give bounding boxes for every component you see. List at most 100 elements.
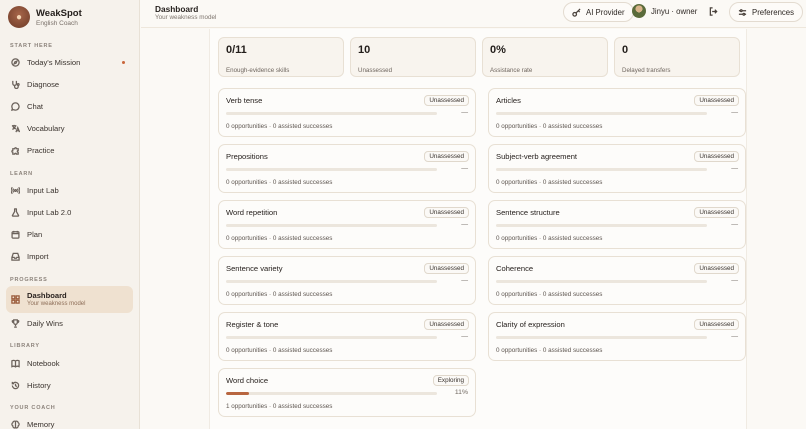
status-badge: Unassessed [694, 95, 739, 106]
skill-meta: 0 opportunities · 0 assisted successes [496, 179, 603, 186]
status-badge: Unassessed [694, 207, 739, 218]
sidebar-item-import[interactable]: Import [6, 247, 133, 265]
sidebar-item-label: Diagnose [27, 79, 60, 89]
skill-name: Clarity of expression [496, 320, 565, 329]
progress-percent: — [461, 221, 468, 228]
skill-name: Sentence variety [226, 264, 283, 273]
stat-label: Delayed transfers [622, 67, 671, 74]
skill-card[interactable]: Word repetition Unassessed — 0 opportunitie… [218, 200, 476, 249]
stethoscope-icon [12, 80, 20, 89]
translate-icon [11, 124, 20, 132]
sidebar-item-history[interactable]: History [6, 376, 133, 394]
sidebar-item-memory[interactable]: Memory [6, 415, 133, 429]
ai-provider-label: AI Provider [586, 7, 625, 17]
stat-value: 0 [622, 44, 629, 56]
section-library: LIBRARY [10, 343, 40, 349]
sidebar-item-label: Memory [27, 419, 55, 429]
stat-enough-evidence: 0/11 Enough-evidence skills [218, 37, 344, 77]
progress-percent: — [461, 165, 468, 172]
sidebar-item-input-lab[interactable]: Input Lab [6, 181, 133, 199]
skill-card[interactable]: Coherence Unassessed — 0 opportunities · 0 … [488, 256, 746, 305]
skill-name: Word repetition [226, 208, 278, 217]
progress-percent: — [461, 277, 468, 284]
brand[interactable]: ● WeakSpot English Coach [8, 6, 82, 28]
skill-name: Prepositions [226, 152, 268, 161]
progress-track [226, 112, 437, 115]
sidebar-item-label: Vocabulary [27, 123, 65, 133]
skill-card[interactable]: Sentence variety Unassessed — 0 opportuniti… [218, 256, 476, 305]
progress-percent: — [731, 109, 738, 116]
skill-meta: 0 opportunities · 0 assisted successes [226, 291, 333, 298]
sidebar-item-vocabulary[interactable]: Vocabulary [6, 119, 133, 137]
skill-meta: 0 opportunities · 0 assisted successes [226, 123, 333, 130]
progress-track [496, 168, 707, 171]
ai-provider-button[interactable]: AI Provider [563, 2, 634, 22]
sidebar-item-sublabel: Your weakness model [27, 301, 86, 307]
skill-card[interactable]: Verb tense Unassessed — 0 opportunities · 0… [218, 88, 476, 137]
stat-value: 0/11 [226, 44, 247, 56]
flask-icon [11, 207, 20, 217]
skill-card[interactable]: Articles Unassessed — 0 opportunities · 0 a… [488, 88, 746, 137]
skill-card[interactable]: Clarity of expression Unassessed — 0 opport… [488, 312, 746, 361]
sliders-icon [738, 8, 747, 16]
status-badge: Exploring [432, 375, 469, 386]
skill-name: Coherence [496, 264, 534, 273]
stat-label: Unassessed [358, 67, 393, 74]
skill-card[interactable]: Prepositions Unassessed — 0 opportunities ·… [218, 144, 476, 193]
brain-icon [11, 419, 20, 429]
stat-assistance-rate: 0% Assistance rate [482, 37, 608, 77]
progress-percent: — [731, 333, 738, 340]
status-badge: Unassessed [694, 151, 739, 162]
sidebar-item-daily-wins[interactable]: Daily Wins [6, 314, 133, 332]
sidebar-item-label: Notebook [27, 358, 60, 368]
stat-label: Enough-evidence skills [226, 67, 290, 74]
dashboard-content: 0/11 Enough-evidence skills 10 Unassesse… [209, 29, 747, 429]
skill-card[interactable]: Sentence structure Unassessed — 0 opportuni… [488, 200, 746, 249]
user-menu[interactable]: Jinyu · owner [632, 4, 697, 18]
sidebar-item-label: Plan [27, 229, 43, 239]
sidebar-item-label: Today's Mission [27, 57, 81, 67]
logout-button[interactable] [709, 7, 718, 16]
section-start-here: START HERE [10, 43, 53, 49]
stat-delayed-transfers: 0 Delayed transfers [614, 37, 740, 77]
sidebar-item-label: Chat [27, 101, 44, 111]
skill-card[interactable]: Register & tone Unassessed — 0 opportunitie… [218, 312, 476, 361]
logout-icon [709, 7, 718, 16]
progress-track [226, 336, 437, 339]
progress-track [226, 168, 437, 171]
skill-meta: 0 opportunities · 0 assisted successes [496, 291, 603, 298]
sidebar-item-input-lab-2[interactable]: Input Lab 2.0 [6, 203, 133, 221]
status-badge: Unassessed [424, 319, 469, 330]
sidebar-item-chat[interactable]: Chat [6, 97, 133, 115]
sidebar-item-label: Input Lab [27, 185, 59, 195]
sidebar-item-dashboard[interactable]: Dashboard Your weakness model [6, 286, 133, 313]
progress-percent: — [461, 109, 468, 116]
brand-sub: English Coach [36, 19, 78, 27]
progress-percent: — [731, 165, 738, 172]
sidebar-item-practice[interactable]: Practice [6, 141, 133, 159]
preferences-button[interactable]: Preferences [729, 2, 804, 22]
section-learn: LEARN [10, 171, 33, 177]
sidebar-item-label: History [27, 380, 51, 390]
progress-track [496, 280, 707, 283]
sidebar-item-todays-mission[interactable]: Today's Mission [6, 53, 133, 71]
trophy-icon [11, 318, 20, 328]
stat-value: 0% [490, 44, 506, 56]
sidebar-item-label: Import [27, 251, 49, 261]
sidebar-item-notebook[interactable]: Notebook [6, 354, 133, 372]
section-progress: PROGRESS [10, 277, 48, 283]
sidebar-item-diagnose[interactable]: Diagnose [6, 75, 133, 93]
brand-logo-icon: ● [8, 6, 30, 28]
skill-meta: 0 opportunities · 0 assisted successes [226, 347, 333, 354]
progress-track [226, 224, 437, 227]
progress-percent: — [461, 333, 468, 340]
sidebar-item-label: Daily Wins [27, 318, 63, 328]
progress-percent: — [731, 221, 738, 228]
status-badge: Unassessed [424, 95, 469, 106]
skill-meta: 0 opportunities · 0 assisted successes [496, 347, 603, 354]
book-icon [11, 359, 20, 368]
notification-dot [122, 61, 125, 64]
skill-card[interactable]: Word choice Exploring 11% 1 opportunities ·… [218, 368, 476, 417]
sidebar-item-plan[interactable]: Plan [6, 225, 133, 243]
skill-card[interactable]: Subject-verb agreement Unassessed — 0 oppor… [488, 144, 746, 193]
